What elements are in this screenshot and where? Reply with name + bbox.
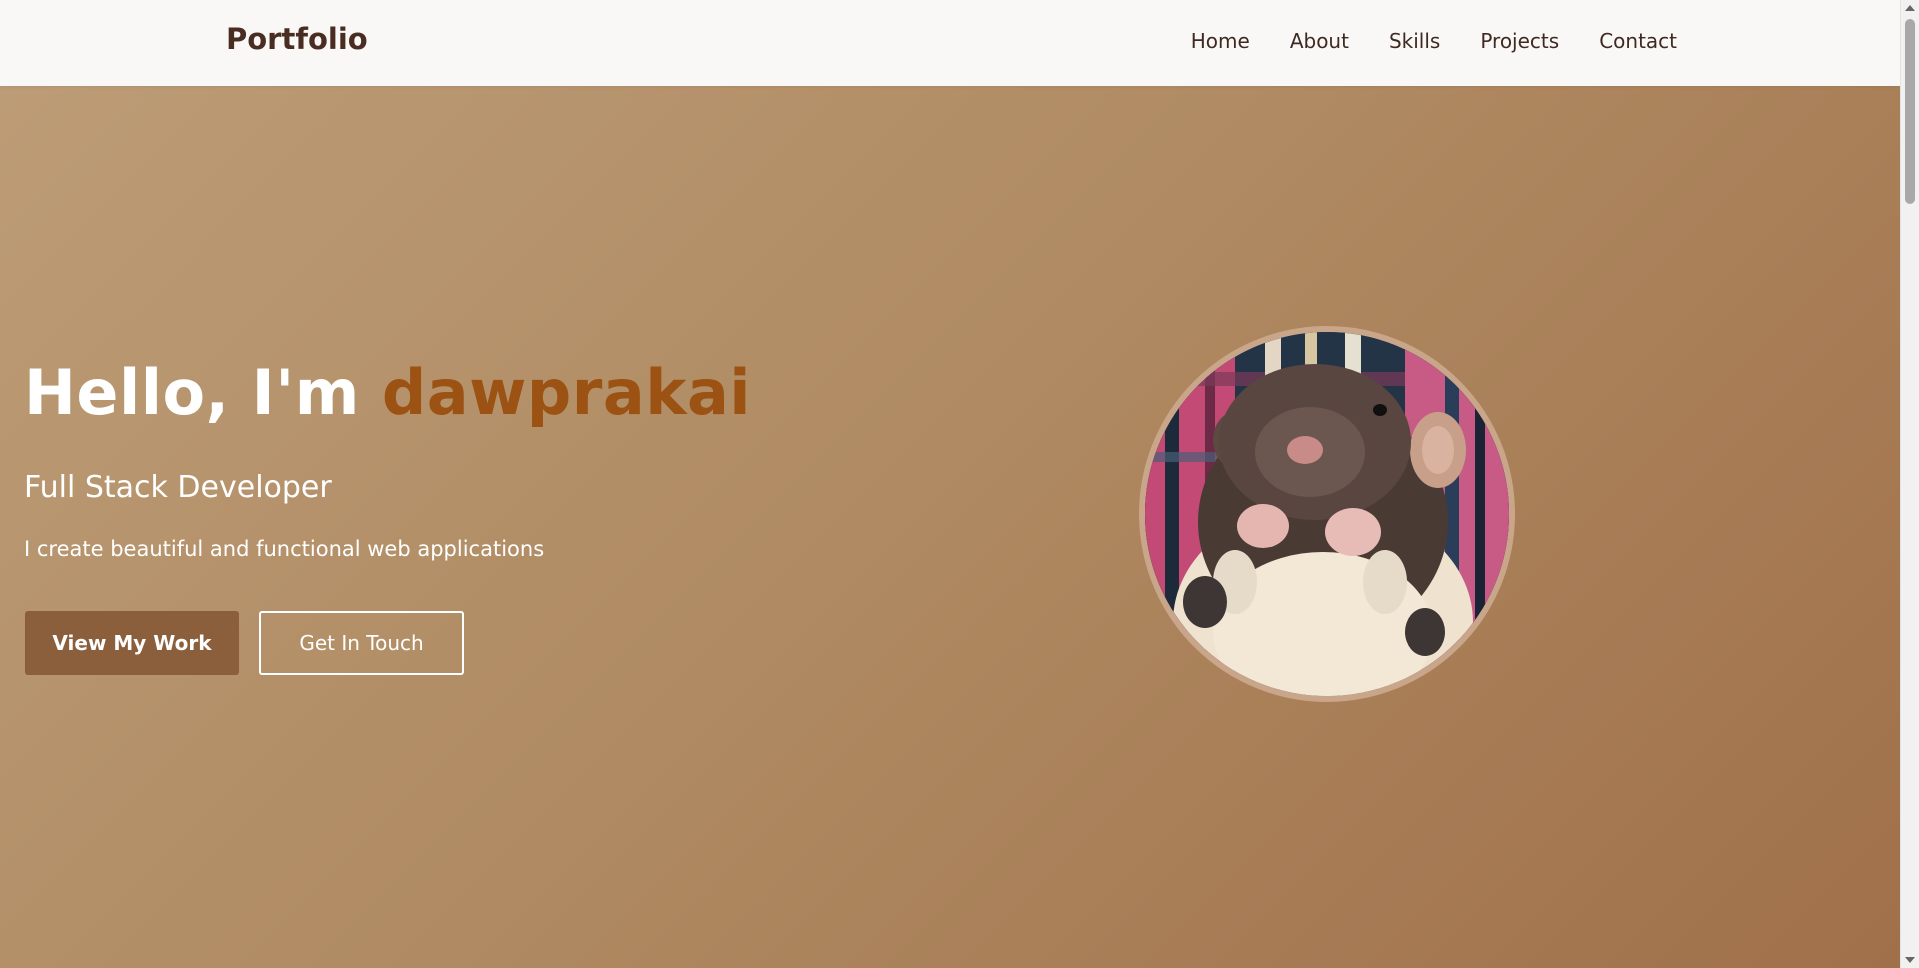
brand-logo[interactable]: Portfolio	[226, 22, 368, 56]
scroll-up-icon[interactable]	[1905, 5, 1915, 11]
profile-avatar	[1139, 326, 1515, 702]
greeting-prefix: Hello, I'm	[24, 356, 382, 429]
get-in-touch-button[interactable]: Get In Touch	[259, 611, 464, 675]
nav-link-skills[interactable]: Skills	[1389, 29, 1440, 53]
scroll-thumb[interactable]	[1905, 19, 1915, 204]
nav-link-home[interactable]: Home	[1191, 29, 1250, 53]
page-viewport: Portfolio Home About Skills Projects Con…	[0, 0, 1900, 968]
hero-name: dawprakai	[381, 356, 752, 429]
hero-greeting: Hello, I'm dawprakai	[24, 356, 751, 429]
nav-link-about[interactable]: About	[1290, 29, 1349, 53]
page-scrollbar[interactable]	[1900, 0, 1919, 968]
navbar: Portfolio Home About Skills Projects Con…	[0, 0, 1900, 86]
hero-section: Hello, I'm dawprakai Full Stack Develope…	[0, 86, 1900, 968]
rat-photo-icon	[1145, 332, 1509, 696]
view-my-work-button[interactable]: View My Work	[25, 611, 239, 675]
scroll-down-icon[interactable]	[1905, 957, 1915, 963]
nav-links: Home About Skills Projects Contact	[1191, 29, 1677, 53]
hero-role: Full Stack Developer	[24, 470, 332, 505]
nav-link-projects[interactable]: Projects	[1480, 29, 1559, 53]
nav-link-contact[interactable]: Contact	[1599, 29, 1677, 53]
hero-tagline: I create beautiful and functional web ap…	[24, 537, 545, 561]
